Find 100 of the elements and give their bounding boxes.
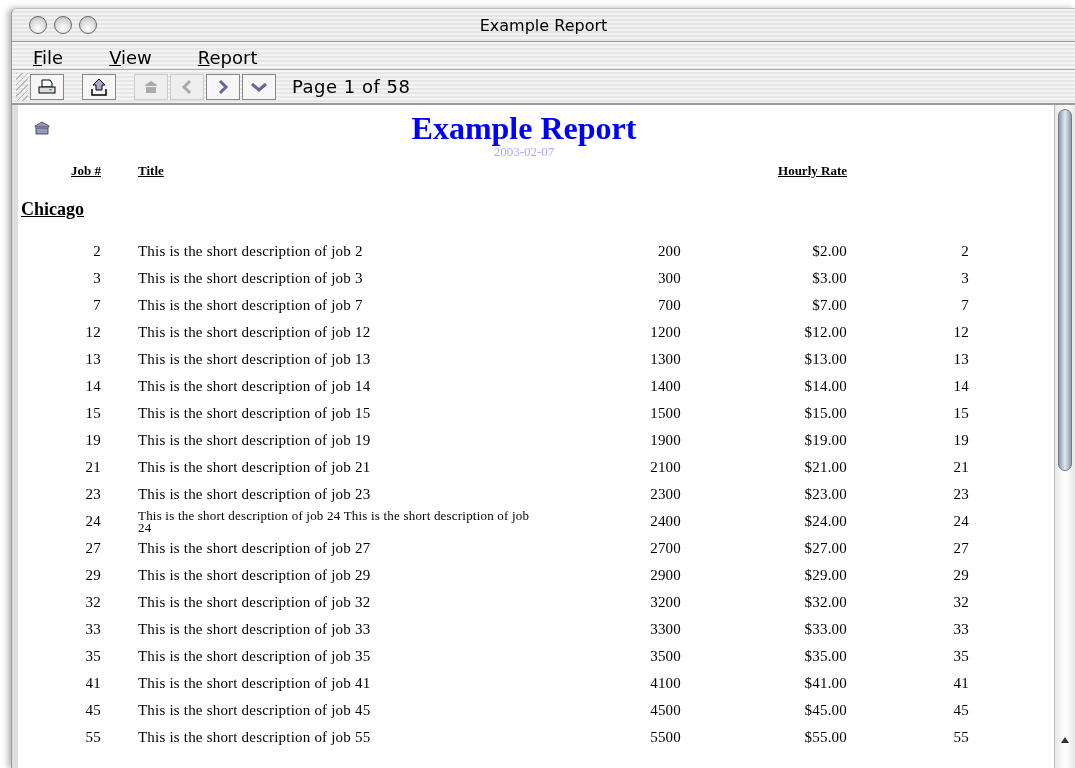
table-cell-text: 32 — [84, 593, 101, 612]
report-title: Example Report — [411, 111, 637, 145]
table-cell-text: This is the short description of job 33 — [137, 620, 372, 639]
last-button[interactable] — [242, 73, 276, 100]
table-cell-text: 55 — [952, 728, 969, 747]
house-icon — [142, 78, 160, 95]
table-cell-text: This is the short description of job 7 — [137, 296, 364, 315]
table-cell-text: 35 — [952, 647, 969, 666]
table-cell-text: 300 — [656, 269, 681, 288]
table-cell-text: This is the short description of job 23 — [137, 485, 372, 504]
close-button[interactable] — [29, 16, 47, 34]
table-cell-text: 3 — [960, 269, 969, 288]
chevron-left-icon — [181, 78, 193, 95]
table-cell-text: 45 — [84, 701, 101, 720]
table-cell-text: $27.00 — [803, 539, 847, 558]
table-cell-text: 23 — [84, 485, 101, 504]
table-cell-text: 200 — [656, 242, 681, 261]
table-cell-text: This is the short description of job 13 — [137, 350, 372, 369]
column-header: Hourly Rate — [778, 163, 847, 178]
table-cell-text: 14 — [84, 377, 101, 396]
table-cell-text: 15 — [84, 404, 101, 423]
table-cell-text: This is the short description of job 32 — [137, 593, 372, 612]
table-cell-text: 5500 — [649, 728, 681, 747]
table-cell-text: 2400 — [649, 512, 681, 531]
table-cell-text: 27 — [952, 539, 969, 558]
table-cell-text: This is the short description of job 21 — [137, 458, 372, 477]
table-cell-text: $29.00 — [803, 566, 847, 585]
table-cell-text: 27 — [84, 539, 101, 558]
table-cell-text: 1200 — [649, 323, 681, 342]
table-cell-text: 14 — [952, 377, 969, 396]
minimize-button[interactable] — [54, 16, 72, 34]
table-cell-text: 7 — [92, 296, 101, 315]
table-cell-text: This is the short description of job 27 — [137, 539, 372, 558]
print-button[interactable] — [30, 73, 64, 100]
export-button[interactable] — [82, 73, 116, 100]
table-cell-text: $55.00 — [803, 728, 847, 747]
table-cell-text: This is the short description of job 45 — [137, 701, 372, 720]
table-cell-text: 12 — [952, 323, 969, 342]
table-cell-text: 24 — [952, 512, 969, 531]
next-button[interactable] — [206, 73, 240, 100]
table-cell-text: $19.00 — [803, 431, 847, 450]
table-cell-text: $3.00 — [811, 269, 847, 288]
table-cell-text: $45.00 — [803, 701, 847, 720]
chevron-down-icon — [250, 80, 268, 93]
table-cell-text: 55 — [84, 728, 101, 747]
table-cell-text: $14.00 — [803, 377, 847, 396]
menu-item[interactable]: View — [109, 47, 152, 69]
scroll-up-icon[interactable] — [1060, 736, 1070, 744]
table-cell-text: 33 — [84, 620, 101, 639]
table-cell-text: $12.00 — [803, 323, 847, 342]
table-cell-text: 1500 — [649, 404, 681, 423]
table-cell-text: 29 — [952, 566, 969, 585]
table-cell-text: 15 — [952, 404, 969, 423]
table-cell-text: 700 — [656, 296, 681, 315]
table-cell-text: 41 — [952, 674, 969, 693]
table-cell-text: 3200 — [649, 593, 681, 612]
table-cell-text: 35 — [84, 647, 101, 666]
table-cell-text: $2.00 — [811, 242, 847, 261]
table-cell-text: This is the short description of job 12 — [137, 323, 372, 342]
table-cell-text: 13 — [952, 350, 969, 369]
menu-item[interactable]: File — [33, 47, 64, 69]
zoom-button[interactable] — [79, 16, 97, 34]
table-cell-text: 1400 — [649, 377, 681, 396]
column-header: Job # — [71, 163, 101, 178]
table-cell-text: 1300 — [649, 350, 681, 369]
table-cell-text: This is the short description of job 41 — [137, 674, 372, 693]
table-cell-text: 32 — [952, 593, 969, 612]
menu-item[interactable]: Report — [197, 47, 258, 69]
table-cell-text: 33 — [952, 620, 969, 639]
table-cell-text: 24 — [84, 512, 101, 531]
table-cell-text: 23 — [952, 485, 969, 504]
scroll-bar[interactable] — [1054, 105, 1075, 768]
table-cell-text: 7 — [960, 296, 969, 315]
table-cell-text: $15.00 — [803, 404, 847, 423]
table-cell-text: This is the short description of job 2 — [137, 242, 364, 261]
table-cell-text: 1900 — [649, 431, 681, 450]
table-cell-text: This is the short description of job 55 — [137, 728, 372, 747]
table-cell-text: 13 — [84, 350, 101, 369]
page-indicator: Page 1 of 58 — [292, 76, 411, 97]
table-cell-text: 3300 — [649, 620, 681, 639]
report-date: 2003-02-07 — [493, 145, 555, 159]
table-cell-text: 45 — [952, 701, 969, 720]
table-cell-text: $33.00 — [803, 620, 847, 639]
window-title: Example Report — [479, 15, 608, 35]
column-header: Title — [138, 163, 164, 178]
table-cell-text: This is the short description of job 29 — [137, 566, 372, 585]
upload-icon — [91, 77, 107, 96]
table-cell-text: $35.00 — [803, 647, 847, 666]
toolbar-grip[interactable] — [16, 72, 28, 101]
group-heading: Chicago — [21, 199, 85, 221]
table-cell-text: $32.00 — [803, 593, 847, 612]
table-cell-text: $41.00 — [803, 674, 847, 693]
table-cell-text: 2 — [92, 242, 101, 261]
table-cell-text: 2100 — [649, 458, 681, 477]
scroll-thumb[interactable] — [1058, 109, 1072, 471]
table-cell-text: 4500 — [649, 701, 681, 720]
table-cell-text: 2700 — [649, 539, 681, 558]
table-cell-text: This is the short description of job 35 — [137, 647, 372, 666]
table-cell-text: $7.00 — [811, 296, 847, 315]
table-cell-text: 21 — [84, 458, 101, 477]
